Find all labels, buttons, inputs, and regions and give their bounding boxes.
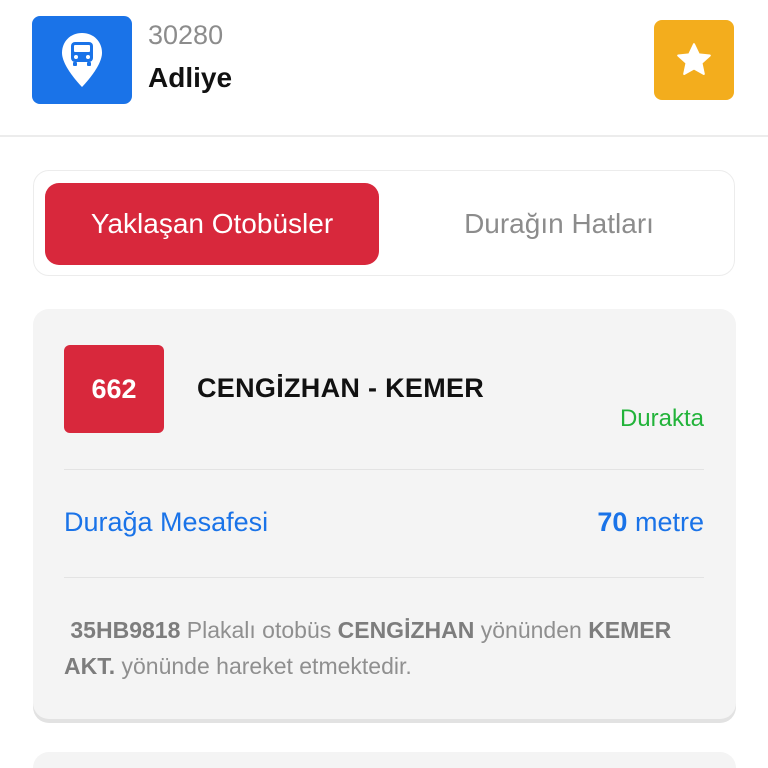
plate-suffix: Plakalı otobüs bbox=[186, 617, 332, 643]
destination-suffix: yönünde hareket etmektedir. bbox=[121, 653, 412, 679]
distance-label: Durağa Mesafesi bbox=[64, 507, 269, 537]
star-icon bbox=[677, 43, 711, 75]
favorite-button[interactable] bbox=[654, 20, 734, 100]
status-label: Durakta bbox=[619, 405, 704, 432]
divider bbox=[64, 577, 704, 578]
distance-unit: metre bbox=[634, 507, 704, 537]
bus-description: 35HB9818 Plakalı otobüs CENGİZHAN yönünd… bbox=[64, 612, 704, 684]
origin-name: CENGİZHAN bbox=[337, 617, 475, 643]
tab-approaching-buses[interactable]: Yaklaşan Otobüsler bbox=[45, 183, 379, 265]
line-number-badge: 662 bbox=[64, 345, 164, 433]
next-arrival-card[interactable] bbox=[33, 752, 736, 768]
arrival-card[interactable]: 662 CENGİZHAN - KEMER Durakta Durağa Mes… bbox=[33, 309, 736, 719]
distance-number: 70 bbox=[597, 507, 628, 537]
stop-header: 30280 Adliye bbox=[0, 0, 768, 137]
stop-code: 30280 bbox=[148, 20, 224, 50]
origin-suffix: yönünden bbox=[480, 617, 582, 643]
distance-value: 70 metre bbox=[597, 507, 704, 538]
plate-number: 35HB9818 bbox=[70, 617, 181, 643]
bus-stop-pin-icon bbox=[32, 16, 132, 104]
divider bbox=[64, 469, 704, 470]
tab-stop-lines[interactable]: Durağın Hatları bbox=[394, 183, 724, 265]
stop-name: Adliye bbox=[148, 62, 233, 93]
route-name: CENGİZHAN - KEMER bbox=[197, 373, 485, 403]
tab-bar: Yaklaşan Otobüsler Durağın Hatları bbox=[33, 170, 735, 276]
